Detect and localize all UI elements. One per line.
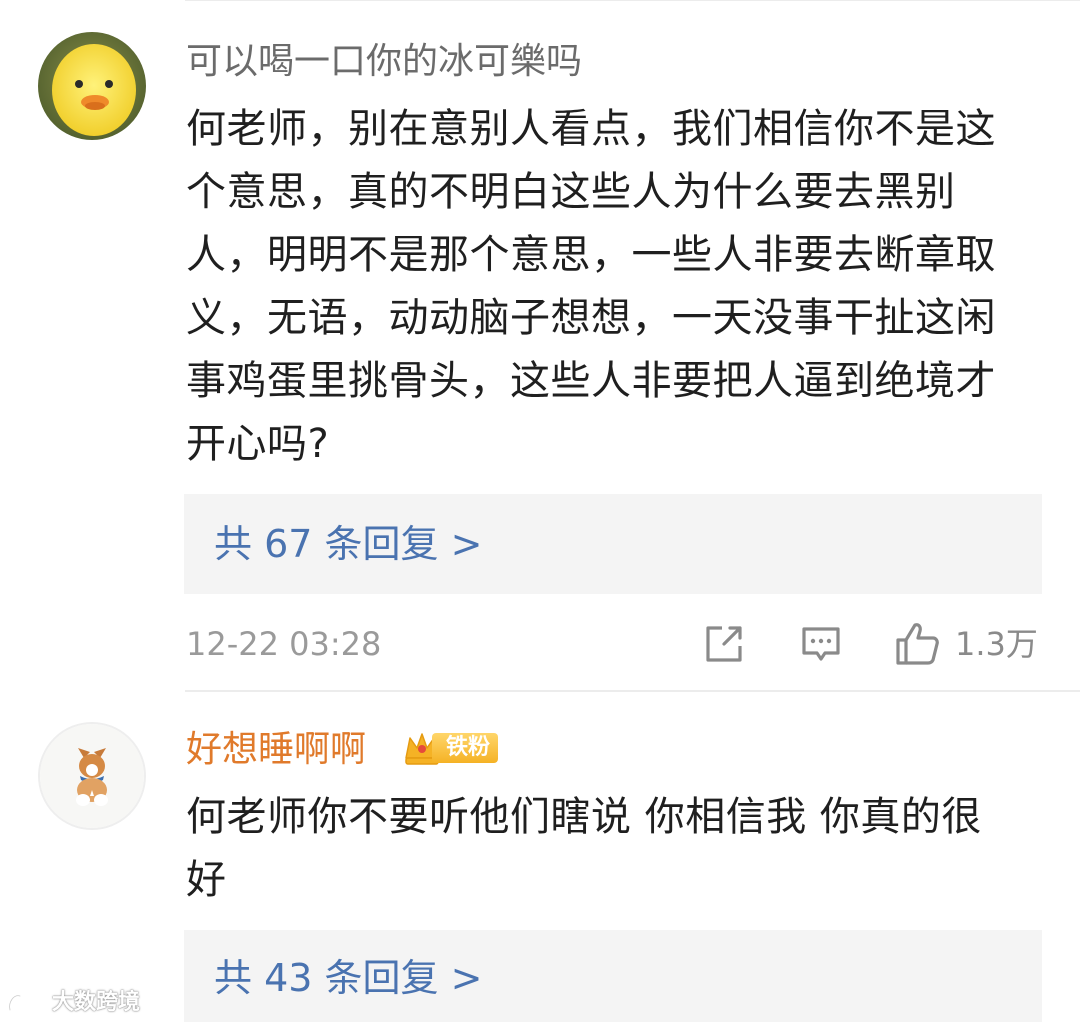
corgi-avatar-image	[40, 724, 144, 828]
duck-avatar-image	[38, 32, 146, 140]
like-count: 1.3万	[955, 625, 1038, 663]
watermark: 大数跨境	[6, 990, 140, 1016]
avatar[interactable]	[38, 722, 146, 830]
badge-label: 铁粉	[432, 733, 499, 763]
view-replies-link[interactable]: 共 67 条回复 >	[214, 520, 482, 568]
username[interactable]: 好想睡啊啊	[186, 728, 366, 772]
replies-box[interactable]: 共 43 条回复 >	[184, 930, 1042, 1022]
watermark-logo-icon	[8, 994, 47, 1012]
watermark-text: 大数跨境	[52, 990, 141, 1015]
comment-item: 好想睡啊啊 铁粉 何老师你不要听他们瞎说 你相信我 你真的很好 共 43 条回复…	[0, 692, 1080, 1022]
username[interactable]: 可以喝一口你的冰可樂吗	[186, 40, 582, 84]
fan-badge[interactable]: 铁粉	[402, 728, 499, 768]
comment-item: 可以喝一口你的冰可樂吗 何老师，别在意别人看点，我们相信你不是这个意思，真的不明…	[0, 0, 1080, 690]
share-icon[interactable]	[702, 622, 746, 666]
replies-box[interactable]: 共 67 条回复 >	[184, 494, 1042, 594]
comment-text: 何老师，别在意别人看点，我们相信你不是这个意思，真的不明白这些人为什么要去黑别人…	[186, 106, 996, 467]
comment-icon[interactable]	[799, 622, 843, 666]
comment-text: 何老师你不要听他们瞎说 你相信我 你真的很好	[186, 794, 982, 903]
avatar[interactable]	[38, 32, 146, 140]
view-replies-link[interactable]: 共 43 条回复 >	[214, 954, 482, 1002]
thumbs-up-icon[interactable]	[893, 620, 941, 668]
comment-timestamp: 12-22 03:28	[186, 625, 382, 663]
